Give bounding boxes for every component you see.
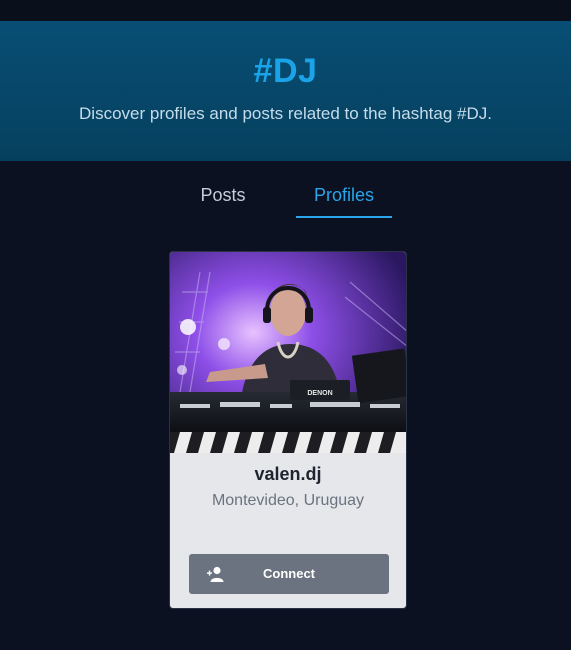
content-tabs: Posts Profiles	[0, 176, 571, 220]
hashtag-header: #DJ Discover profiles and posts related …	[0, 21, 571, 161]
hashtag-title: #DJ	[253, 52, 318, 90]
profile-location: Montevideo, Uruguay	[211, 492, 365, 509]
profile-photo[interactable]: DENON	[170, 252, 407, 453]
tab-posts[interactable]: Posts	[180, 176, 266, 218]
hashtag-description: Discover profiles and posts related to t…	[79, 104, 492, 123]
tab-profiles[interactable]: Profiles	[296, 176, 392, 218]
profile-card[interactable]: DENON valen.dj Montevideo, Uruguay Conne…	[169, 251, 407, 609]
profile-username[interactable]: valen.dj	[170, 464, 406, 485]
top-bar	[0, 0, 571, 21]
mixer-brand-label: DENON	[307, 390, 332, 397]
connect-button[interactable]: Connect	[189, 554, 389, 594]
connect-label: Connect	[263, 566, 315, 581]
